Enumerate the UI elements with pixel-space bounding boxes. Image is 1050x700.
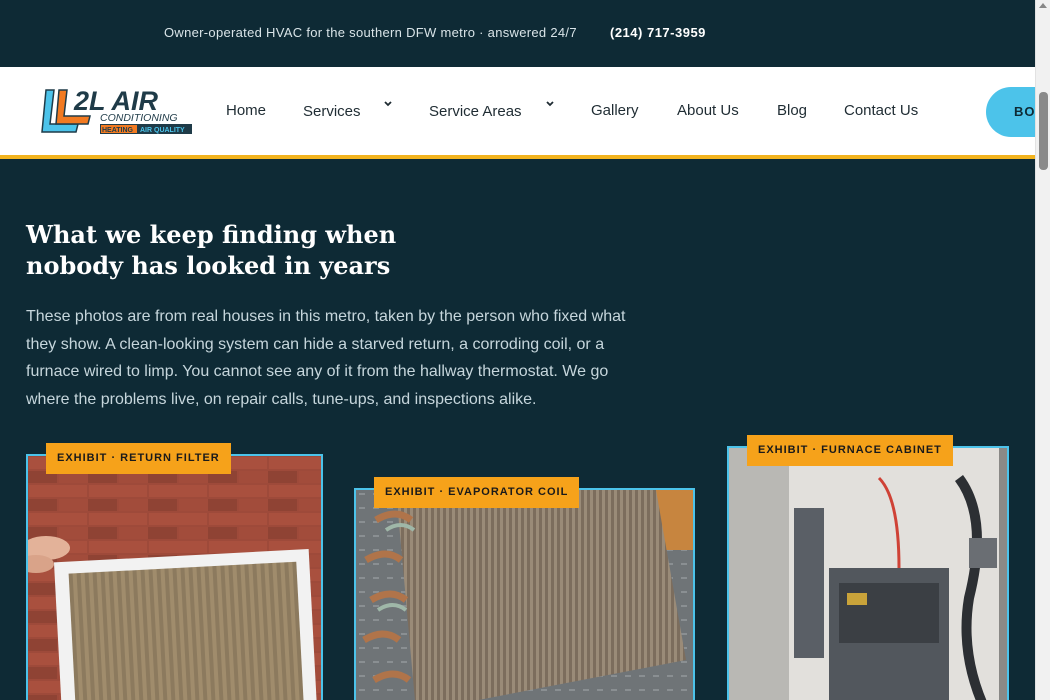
nav-services-label: Services [303,103,361,120]
exhibit-card-furnace-cabinet[interactable] [727,446,1009,700]
phone-link[interactable]: (214) 717-3959 [610,25,706,40]
nav-contact-us[interactable]: Contact Us [844,102,918,119]
exhibit-card-return-filter[interactable] [26,454,323,700]
nav-gallery-label: Gallery [591,102,639,119]
site-header: 2L AIR CONDITIONING HEATING AIR QUALITY … [0,67,1035,155]
header-divider [0,155,1035,159]
exhibit-tag-furnace-cabinet: EXHIBIT · FURNACE CABINET [747,435,953,466]
section-intro: These photos are from real houses in thi… [26,308,626,408]
nav-about-us-label: About Us [677,102,739,119]
nav-contact-us-label: Contact Us [844,102,919,119]
exhibit-tag-return-filter: EXHIBIT · RETURN FILTER [46,443,231,474]
book-button[interactable]: BO [986,87,1035,137]
page-scrollbar[interactable] [1035,0,1050,700]
nav-services[interactable]: Services [303,103,361,120]
top-info-bar: Owner-operated HVAC for the southern DFW… [0,0,1035,67]
logo-text-air-quality: AIR QUALITY [140,127,185,134]
exhibit-card-evaporator-coil[interactable] [354,488,695,700]
nav-home[interactable]: Home [226,102,266,119]
nav-service-areas-label: Service Areas [429,103,522,120]
nav-gallery[interactable]: Gallery [591,102,639,119]
nav-blog-label: Blog [777,102,808,119]
scroll-up-arrow-icon[interactable] [1039,3,1047,8]
nav-home-label: Home [226,102,267,119]
logo-text-sub: CONDITIONING [100,112,178,124]
nav-blog[interactable]: Blog [777,102,807,119]
logo-mark: 2L AIR CONDITIONING HEATING AIR QUALITY [41,86,192,134]
section-heading: What we keep finding when nobody has loo… [26,220,397,280]
services-chevron-down-icon[interactable] [383,100,393,108]
tagline: Owner-operated HVAC for the southern DFW… [164,25,577,40]
furnace-cabinet-photo [729,448,1007,700]
nav-about-us[interactable]: About Us [677,102,739,119]
service-areas-chevron-down-icon[interactable] [545,100,555,108]
exhibit-tag-evaporator-coil: EXHIBIT · EVAPORATOR COIL [374,477,580,508]
company-logo[interactable]: 2L AIR CONDITIONING HEATING AIR QUALITY [40,86,195,138]
evaporator-coil-photo [356,490,693,700]
nav-service-areas[interactable]: Service Areas [429,103,522,120]
return-filter-photo [28,456,321,700]
logo-text-heating: HEATING [102,127,134,134]
scrollbar-thumb[interactable] [1039,92,1048,170]
